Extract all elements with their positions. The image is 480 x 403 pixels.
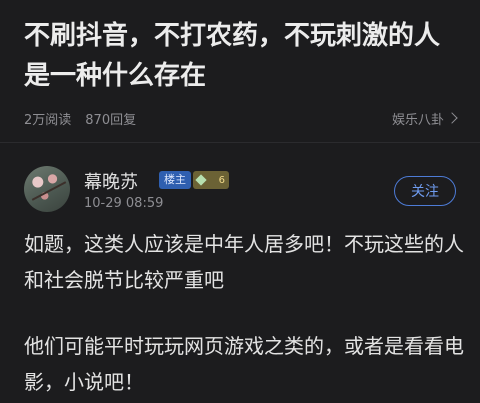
username[interactable]: 幕晚苏 [84, 168, 138, 194]
op-badge: 楼主 [159, 171, 191, 189]
level-badge: 6 [193, 171, 229, 189]
view-count: 2万阅读 [24, 112, 72, 128]
chevron-right-icon [446, 112, 458, 124]
post-title: 不刷抖音，不打农药，不玩刺激的人是一种什么存在 [24, 21, 441, 91]
comment-time: 10-29 08:59 [84, 196, 164, 211]
diamond-icon [195, 174, 207, 186]
avatar[interactable] [24, 166, 70, 212]
comment-paragraph: 如题，这类人应该是中年人居多吧！不玩这些的人和社会脱节比较严重吧 [24, 232, 464, 292]
board-link[interactable]: 娱乐八卦 [391, 109, 458, 128]
post-meta: 2万阅读 870回复 娱乐八卦 [24, 108, 458, 128]
reply-count: 870回复 [85, 112, 137, 128]
divider [0, 142, 480, 143]
comment-paragraph: 他们可能平时玩玩网页游戏之类的，或者是看看电影，小说吧！ [24, 334, 464, 394]
board-name: 娱乐八卦 [391, 112, 444, 128]
follow-button[interactable]: 关注 [394, 176, 456, 206]
level-number: 6 [218, 174, 225, 186]
